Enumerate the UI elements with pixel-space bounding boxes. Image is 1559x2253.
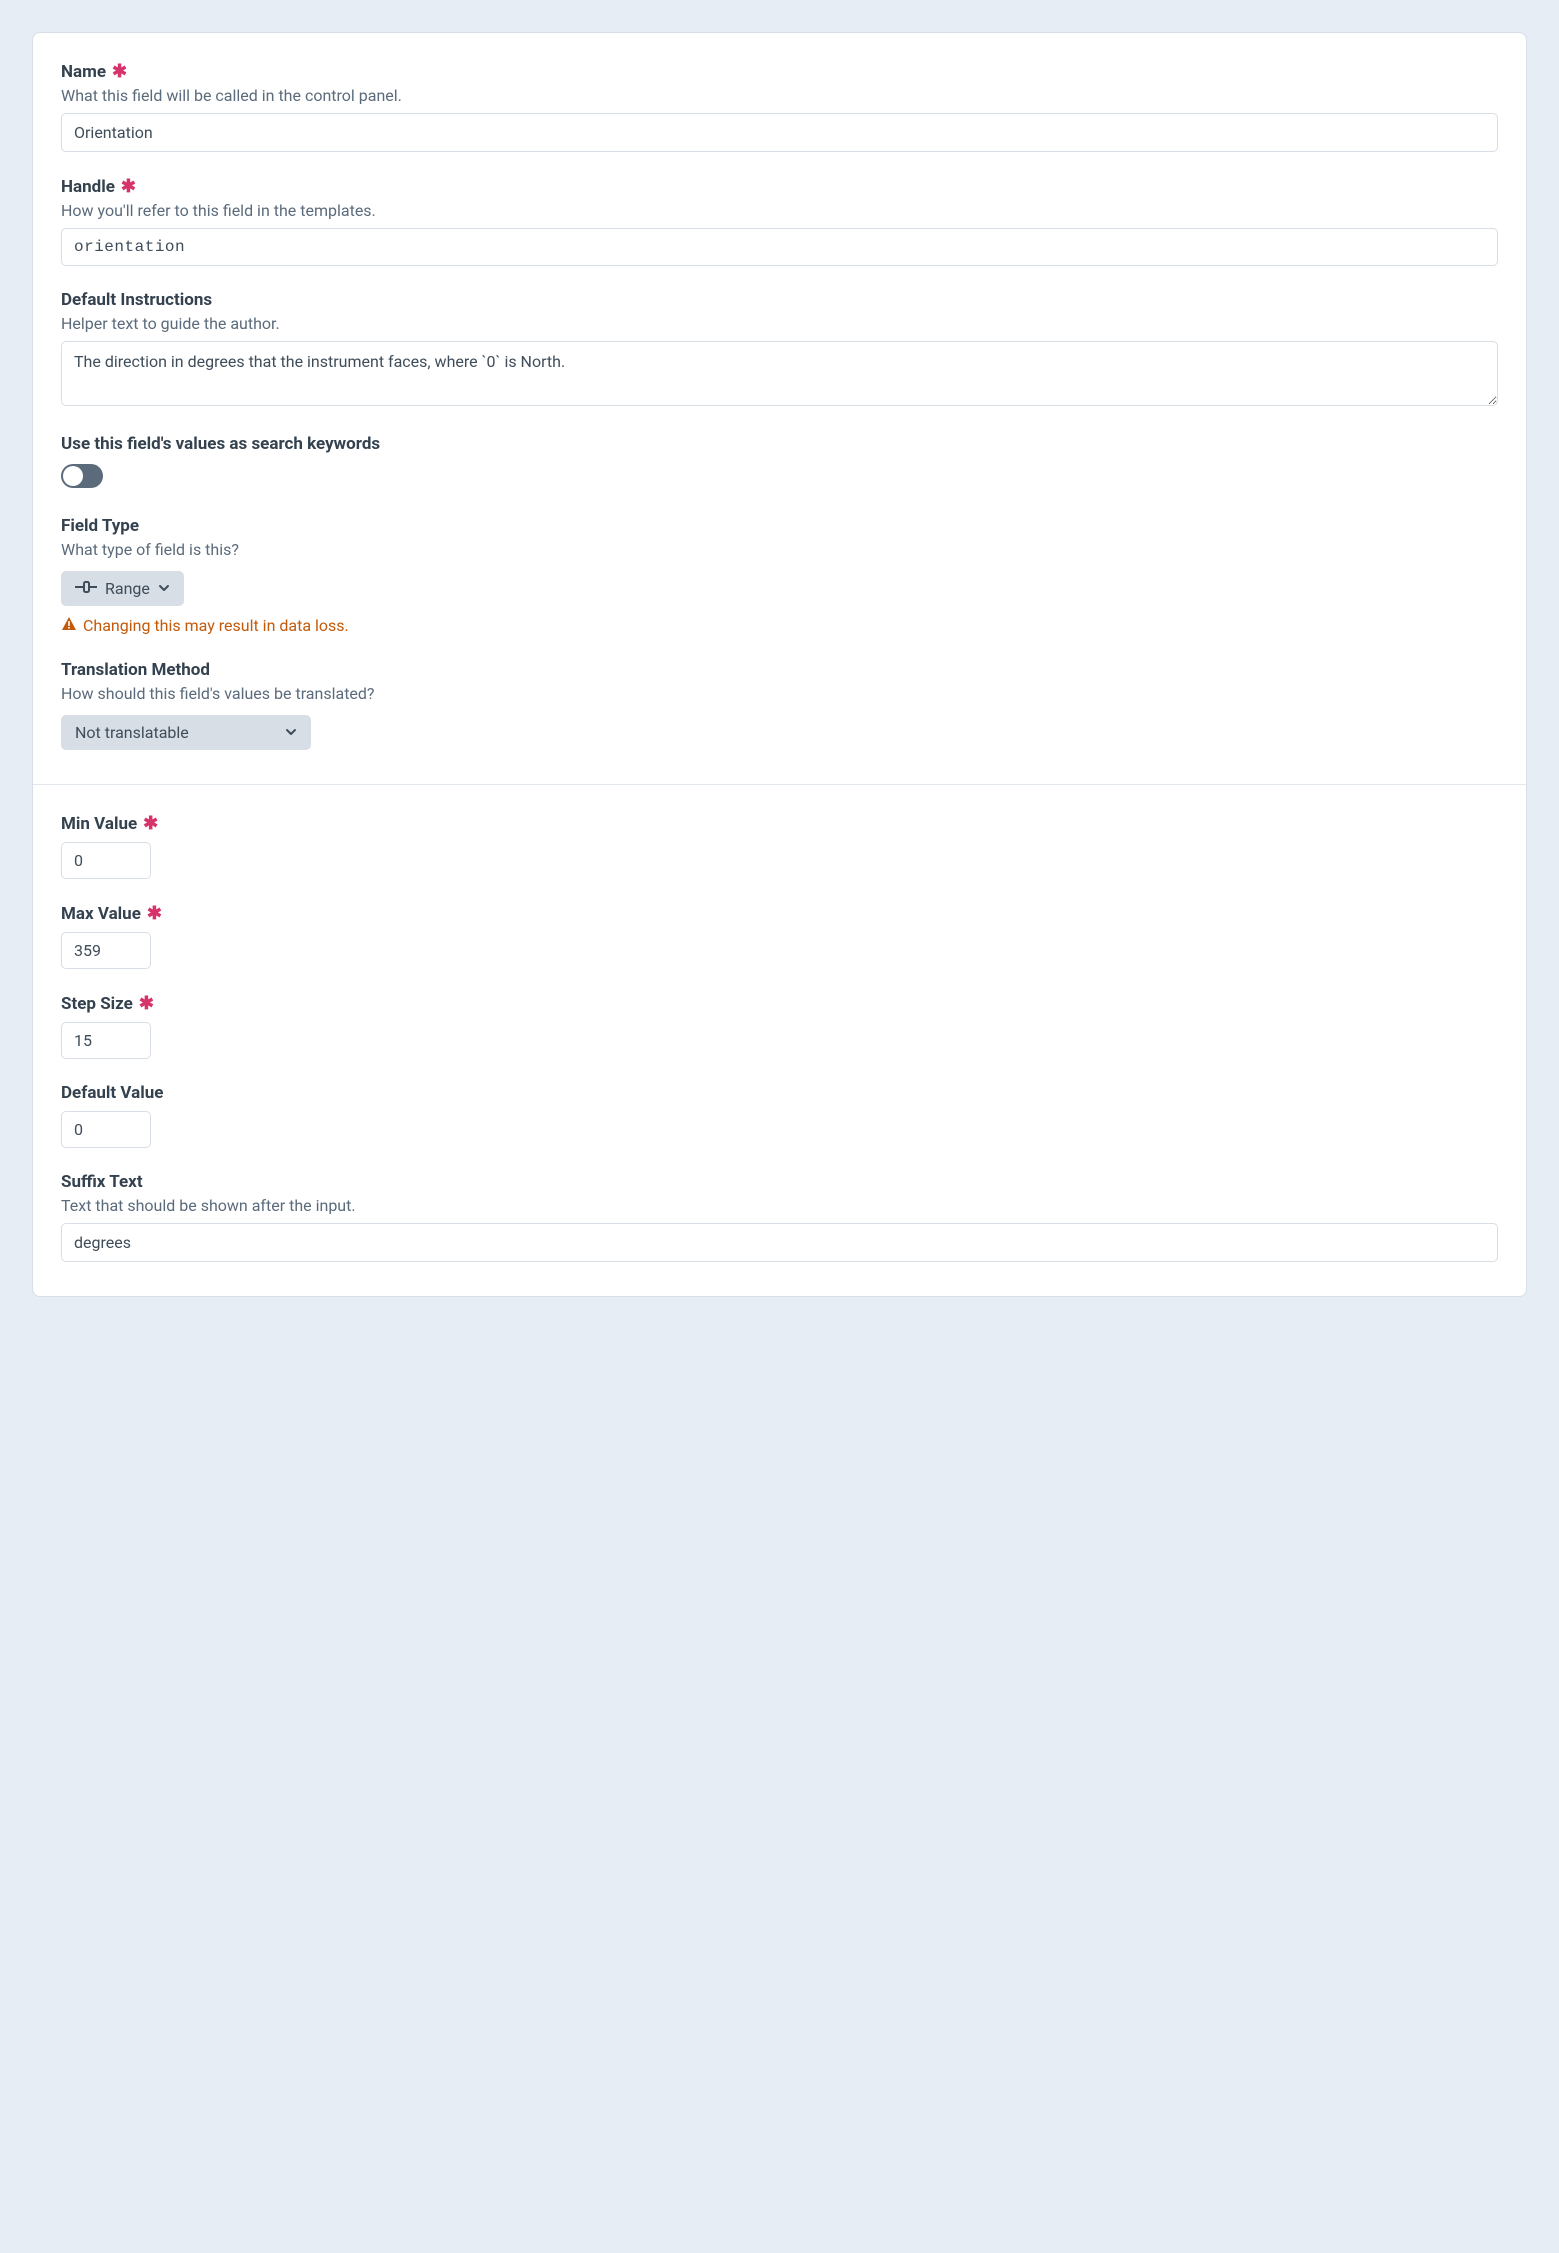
fieldtype-field: Field Type What type of field is this? R…	[61, 516, 1498, 636]
max-value-field: Max Value ✱	[61, 903, 1498, 969]
suffix-input[interactable]	[61, 1223, 1498, 1262]
fieldtype-value: Range	[105, 579, 150, 598]
suffix-help: Text that should be shown after the inpu…	[61, 1196, 1498, 1215]
step-size-label: Step Size	[61, 994, 133, 1014]
suffix-field: Suffix Text Text that should be shown af…	[61, 1172, 1498, 1262]
name-input[interactable]	[61, 113, 1498, 152]
suffix-label: Suffix Text	[61, 1172, 143, 1192]
translation-value: Not translatable	[75, 723, 189, 742]
searchable-label: Use this field's values as search keywor…	[61, 434, 380, 454]
instructions-label: Default Instructions	[61, 290, 212, 310]
name-label: Name	[61, 62, 106, 82]
default-value-label: Default Value	[61, 1083, 163, 1103]
name-help: What this field will be called in the co…	[61, 86, 1498, 105]
chevron-down-icon	[158, 579, 170, 598]
fieldtype-help: What type of field is this?	[61, 540, 1498, 559]
handle-label: Handle	[61, 177, 115, 197]
warning-icon	[61, 616, 77, 636]
toggle-knob	[63, 466, 83, 486]
instructions-help: Helper text to guide the author.	[61, 314, 1498, 333]
searchable-field: Use this field's values as search keywor…	[61, 434, 1498, 492]
fieldtype-select[interactable]: Range	[61, 571, 184, 606]
min-value-input[interactable]	[61, 842, 151, 879]
step-size-input[interactable]	[61, 1022, 151, 1059]
translation-field: Translation Method How should this field…	[61, 660, 1498, 750]
required-icon: ✱	[121, 176, 136, 197]
required-icon: ✱	[147, 903, 162, 924]
required-icon: ✱	[112, 61, 127, 82]
general-section: Name ✱ What this field will be called in…	[33, 33, 1526, 784]
translation-select[interactable]: Not translatable	[61, 715, 311, 750]
default-value-field: Default Value	[61, 1083, 1498, 1148]
step-size-field: Step Size ✱	[61, 993, 1498, 1059]
min-value-field: Min Value ✱	[61, 813, 1498, 879]
instructions-field: Default Instructions Helper text to guid…	[61, 290, 1498, 410]
max-value-label: Max Value	[61, 904, 141, 924]
translation-help: How should this field's values be transl…	[61, 684, 1498, 703]
searchable-toggle[interactable]	[61, 464, 103, 488]
handle-field: Handle ✱ How you'll refer to this field …	[61, 176, 1498, 266]
handle-help: How you'll refer to this field in the te…	[61, 201, 1498, 220]
type-settings-section: Min Value ✱ Max Value ✱ Step Size ✱	[33, 785, 1526, 1296]
translation-label: Translation Method	[61, 660, 210, 680]
required-icon: ✱	[139, 993, 154, 1014]
instructions-input[interactable]	[61, 341, 1498, 406]
required-icon: ✱	[143, 813, 158, 834]
fieldtype-warning: Changing this may result in data loss.	[61, 616, 1498, 636]
range-slider-icon	[75, 579, 97, 598]
name-field: Name ✱ What this field will be called in…	[61, 61, 1498, 152]
max-value-input[interactable]	[61, 932, 151, 969]
field-settings-card: Name ✱ What this field will be called in…	[32, 32, 1527, 1297]
fieldtype-label: Field Type	[61, 516, 139, 536]
chevron-down-icon	[285, 723, 297, 742]
default-value-input[interactable]	[61, 1111, 151, 1148]
min-value-label: Min Value	[61, 814, 137, 834]
fieldtype-warning-text: Changing this may result in data loss.	[83, 616, 349, 635]
handle-input[interactable]	[61, 228, 1498, 266]
